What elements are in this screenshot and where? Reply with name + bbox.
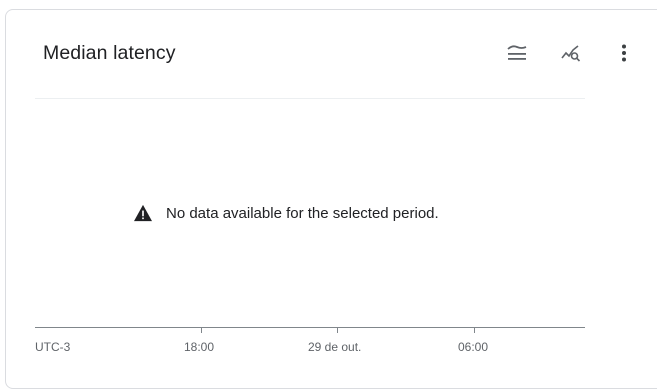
header-divider bbox=[35, 98, 585, 99]
x-axis-line bbox=[35, 327, 585, 328]
warning-icon bbox=[134, 204, 152, 222]
x-axis-timezone-label: UTC-3 bbox=[35, 340, 71, 354]
x-axis-tick bbox=[201, 328, 202, 333]
chart-card bbox=[5, 9, 657, 389]
x-axis-tick bbox=[474, 328, 475, 333]
x-axis-tick-label: 29 de out. bbox=[308, 340, 362, 354]
empty-state-message: No data available for the selected perio… bbox=[166, 204, 439, 222]
more-options-button[interactable] bbox=[608, 37, 640, 69]
x-axis-tick bbox=[337, 328, 338, 333]
explore-chart-button[interactable] bbox=[555, 37, 587, 69]
more-vert-icon bbox=[622, 44, 626, 62]
legend-toggle-button[interactable] bbox=[501, 37, 533, 69]
x-axis-tick-label: 18:00 bbox=[184, 340, 215, 354]
explore-chart-icon bbox=[561, 45, 581, 62]
x-axis-tick-label: 06:00 bbox=[458, 340, 489, 354]
legend-toggle-icon bbox=[507, 45, 527, 60]
card-title: Median latency bbox=[43, 42, 176, 64]
empty-state: No data available for the selected perio… bbox=[133, 204, 439, 222]
